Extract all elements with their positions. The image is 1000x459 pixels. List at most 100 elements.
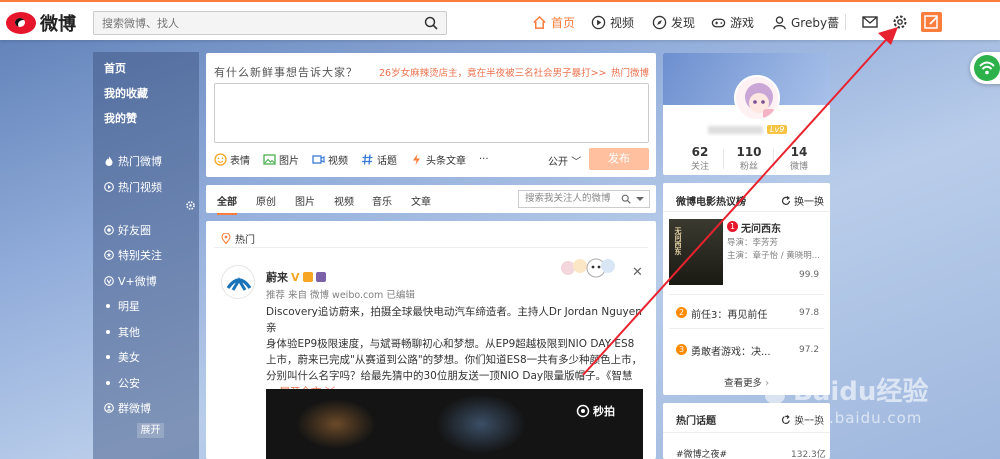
stat-number: 62: [691, 145, 709, 159]
wifi-float-button[interactable]: [970, 52, 1000, 84]
post-author[interactable]: 蔚来 V: [266, 269, 326, 285]
sidebar-item-label: 特别关注: [118, 249, 162, 262]
refresh-button[interactable]: 换一换: [781, 193, 824, 208]
movie-poster[interactable]: 无问西东: [669, 219, 723, 285]
write-post-button[interactable]: [921, 12, 942, 32]
group-icon: [104, 403, 114, 413]
publish-textarea[interactable]: [214, 83, 649, 143]
refresh-button[interactable]: 换一换: [781, 412, 824, 427]
stat-label: 粉丝: [739, 162, 758, 172]
topic-button[interactable]: 话题: [361, 152, 397, 167]
movie-ranking-card: 微博电影热议榜 换一换 无问西东 1 无问西东 导演：李芳芳 主演：章子怡 / …: [663, 183, 830, 395]
wifi-badge: [974, 55, 1000, 81]
see-more-link[interactable]: 查看更多 ›: [663, 375, 830, 389]
nav-discover[interactable]: 发现: [652, 14, 695, 31]
publish-box: 有什么新鲜事想告诉大家？ 26岁女麻辣烫店主，竟在半夜被三名社会男子暴打>> 热…: [206, 53, 656, 177]
article-button[interactable]: 头条文章: [410, 152, 466, 167]
stat-posts[interactable]: 14 微博: [774, 145, 824, 172]
nav-video[interactable]: 视频: [591, 14, 634, 31]
more-tools-button[interactable]: ···: [479, 152, 489, 167]
weibo-eye-icon: [6, 12, 36, 34]
divider: [669, 294, 824, 295]
sidebar-item-other[interactable]: 其他: [104, 324, 140, 340]
sidebar-item-beauty[interactable]: 美女: [104, 349, 140, 365]
video-label: 视频: [328, 156, 348, 167]
tab-all[interactable]: 全部: [217, 193, 237, 215]
avatar[interactable]: [734, 75, 780, 121]
message-icon[interactable]: [861, 13, 879, 31]
miaopai-label: 秒拍: [593, 405, 615, 418]
nav-games[interactable]: 游戏: [711, 14, 754, 31]
compass-icon: [652, 15, 667, 30]
video-frame: [296, 399, 376, 449]
sidebar-item-vplus[interactable]: V+微博: [104, 273, 157, 289]
sidebar-item-hot-weibo[interactable]: 热门微博: [104, 153, 162, 169]
hot-topics-title: 热门话题: [676, 416, 716, 427]
sidebar-item-group[interactable]: 群微博: [104, 400, 151, 416]
search-box: [93, 11, 447, 35]
tab-original[interactable]: 原创: [256, 193, 276, 208]
camera-lens-icon: [576, 404, 590, 418]
nav-home[interactable]: 首页: [532, 14, 575, 31]
hot-topic-link[interactable]: 26岁女麻辣烫店主，竟在半夜被三名社会男子暴打>>: [379, 65, 607, 79]
movie-title[interactable]: 无问西东: [741, 220, 781, 235]
post-video[interactable]: 秒拍: [266, 389, 643, 459]
movie-score: 97.2: [799, 345, 820, 355]
stat-followers[interactable]: 110 粉丝: [724, 145, 774, 172]
search-icon[interactable]: [424, 16, 438, 30]
image-label: 图片: [279, 156, 299, 167]
movie-score: 97.8: [799, 308, 820, 318]
caret-down-icon[interactable]: [636, 197, 644, 205]
rank-badge: 2: [676, 307, 687, 318]
movie-title[interactable]: 前任3：再见前任: [691, 306, 767, 321]
sidebar-item-police[interactable]: 公安: [104, 375, 140, 391]
nav-video-label: 视频: [610, 16, 635, 30]
chevron-down-icon: ﹀: [571, 157, 582, 168]
feed-search-input[interactable]: 搜索我关注人的微博: [518, 190, 650, 208]
post-line: 分别叫什么名字吗？给最先猜中的30位朋友送一顶NIO Day限量版帽子。《智慧: [266, 370, 633, 382]
tab-videos[interactable]: 视频: [334, 193, 354, 208]
sidebar-item-special[interactable]: 特别关注: [104, 247, 162, 263]
weibo-logo[interactable]: 微博: [6, 10, 76, 36]
publish-button[interactable]: 发布: [589, 148, 649, 170]
bullet-icon: [106, 381, 110, 385]
refresh-icon: [781, 195, 791, 205]
author-avatar[interactable]: [221, 265, 255, 299]
left-sidebar: 首页 我的收藏 我的赞 热门微博 热门视频 好友圈 特别关注 V+微博 明星 其…: [93, 52, 199, 459]
stat-following[interactable]: 62 关注: [675, 145, 725, 172]
edit-icon: [924, 15, 938, 29]
emoji-button[interactable]: 表情: [214, 152, 250, 167]
sidebar-item-hot-video[interactable]: 热门视频: [104, 179, 162, 195]
smiley-icon: [214, 153, 227, 166]
sidebar-settings-icon[interactable]: [185, 200, 196, 211]
post-line: Discovery追访蔚来，拍摄全球最快电动汽车缔造者。主持人Dr Jordan…: [266, 306, 642, 334]
sidebar-item-stars[interactable]: 明星: [104, 298, 140, 314]
tab-articles[interactable]: 文章: [411, 193, 431, 208]
video-button[interactable]: 视频: [312, 152, 348, 167]
sidebar-item-label: 美女: [118, 351, 140, 364]
sidebar-item-friends[interactable]: 好友圈: [104, 222, 151, 238]
topic-item[interactable]: #微博之夜#: [676, 447, 727, 459]
home-icon: [533, 15, 546, 29]
sidebar-item-favorites[interactable]: 我的收藏: [104, 85, 148, 101]
nav-discover-label: 发现: [671, 16, 696, 30]
nav-divider: [845, 14, 846, 30]
close-icon[interactable]: ✕: [632, 265, 643, 280]
sidebar-expand-button[interactable]: 展开: [137, 423, 164, 438]
poster-title: 无问西东: [674, 227, 682, 255]
hot-weibo-link[interactable]: 热门微博: [611, 65, 649, 79]
image-button[interactable]: 图片: [263, 152, 299, 167]
movie-score: 99.9: [799, 270, 820, 280]
search-icon[interactable]: [621, 194, 631, 204]
hot-topics-card: 热门话题 换一换 #微博之夜# 132.3亿: [663, 403, 830, 459]
gear-icon[interactable]: [891, 13, 909, 31]
sidebar-item-home[interactable]: 首页: [104, 60, 126, 76]
sidebar-item-likes[interactable]: 我的赞: [104, 110, 137, 126]
search-input[interactable]: [94, 12, 414, 34]
movie-title[interactable]: 勇敢者游戏：决...: [691, 343, 771, 358]
visibility-dropdown[interactable]: 公开 ﹀: [548, 153, 581, 168]
tab-images[interactable]: 图片: [295, 193, 315, 208]
article-label: 头条文章: [426, 156, 466, 167]
tab-music[interactable]: 音乐: [372, 193, 392, 208]
nav-profile[interactable]: Greby薔: [772, 14, 839, 31]
